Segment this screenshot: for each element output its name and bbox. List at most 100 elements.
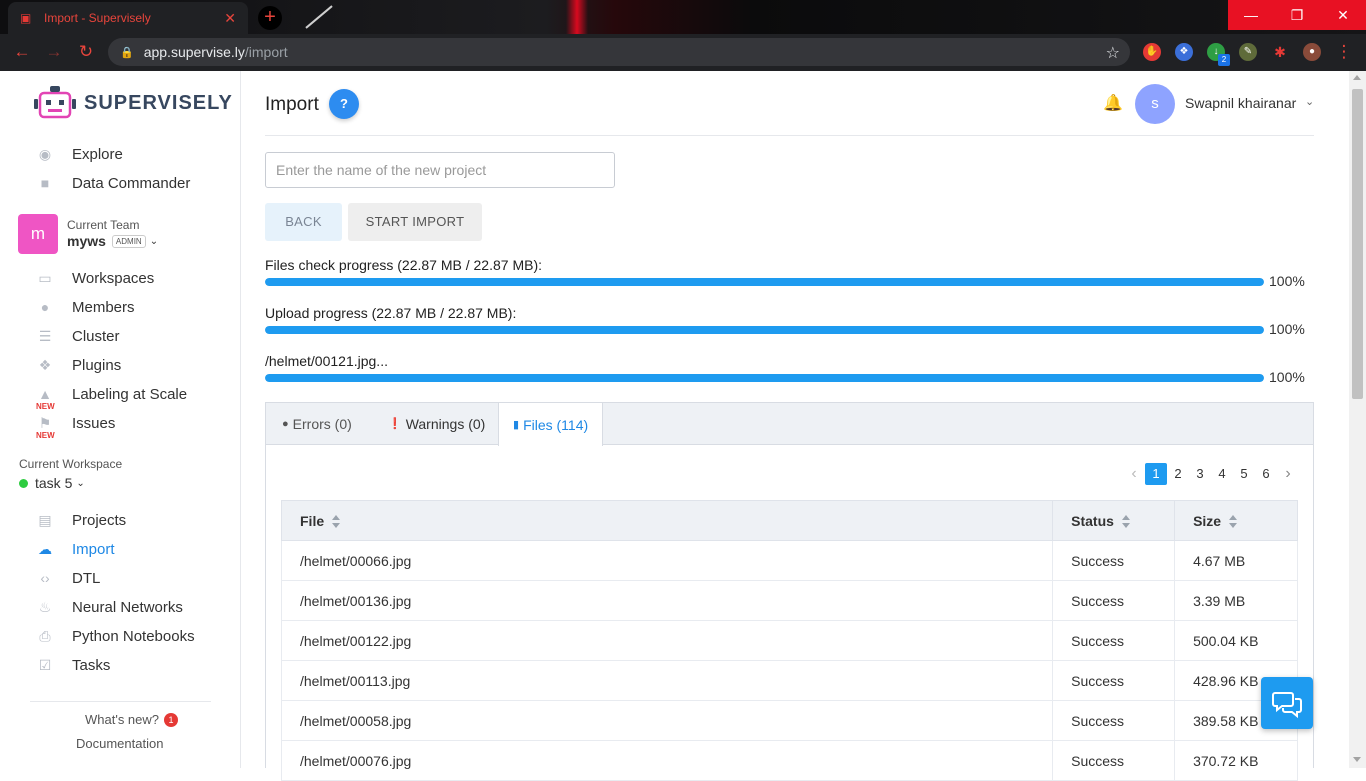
team-name: myws — [67, 233, 106, 249]
status-cell: Success — [1052, 700, 1176, 741]
sidebar-item-plugins[interactable]: ❖ Plugins — [36, 354, 121, 376]
sidebar-item-explore[interactable]: ◉ Explore — [36, 143, 123, 165]
sidebar-item-label: Projects — [72, 511, 127, 529]
project-name-input[interactable] — [265, 152, 615, 188]
progress-fill — [265, 326, 1264, 334]
sidebar-item-import[interactable]: ☁ Import — [36, 538, 115, 560]
minimize-button[interactable]: — — [1228, 0, 1274, 30]
page-title: Import — [265, 94, 319, 115]
whats-new-link[interactable]: What's new? 1 — [85, 712, 179, 727]
page-scrollbar[interactable] — [1349, 71, 1366, 768]
progress-fill — [265, 278, 1264, 286]
puzzle-extension-icon[interactable]: ❖ — [1175, 43, 1193, 61]
current-file-progress-label: /helmet/00121.jpg... — [265, 353, 388, 369]
tab-close-icon[interactable]: ✕ — [224, 10, 236, 27]
user-name[interactable]: Swapnil khairanar — [1185, 95, 1296, 111]
page-6[interactable]: 6 — [1255, 463, 1277, 485]
prev-page-icon[interactable]: ‹ — [1123, 465, 1145, 483]
forward-arrow-icon[interactable]: → — [44, 42, 64, 62]
extension-badge: 2 — [1218, 54, 1230, 66]
sidebar-item-data-commander[interactable]: ■ Data Commander — [36, 172, 191, 194]
sidebar-item-projects[interactable]: ▤ Projects — [36, 509, 126, 531]
restore-button[interactable]: ❐ — [1274, 0, 1320, 30]
close-window-button[interactable]: ✕ — [1320, 0, 1366, 30]
address-bar[interactable]: 🔒 app.supervise.ly/import ☆ — [108, 38, 1130, 66]
column-header-size[interactable]: Size — [1174, 500, 1298, 541]
profile-avatar-icon[interactable]: ● — [1303, 43, 1321, 61]
next-page-icon[interactable]: › — [1277, 465, 1299, 483]
cloud-upload-icon: ☁ — [38, 541, 52, 557]
pagination: ‹ 1 2 3 4 5 6 › — [1123, 463, 1299, 485]
sidebar-item-neural-networks[interactable]: ♨ Neural Networks — [36, 596, 183, 618]
sidebar-item-issues[interactable]: ⚑ NEW Issues — [36, 412, 116, 441]
bookmark-star-icon[interactable]: ☆ — [1106, 43, 1120, 63]
chat-support-button[interactable] — [1261, 677, 1313, 729]
scrollbar-thumb[interactable] — [1352, 89, 1363, 399]
tab-label: Errors (0) — [292, 416, 352, 432]
sort-icon[interactable] — [332, 515, 341, 529]
files-check-progress-label: Files check progress (22.87 MB / 22.87 M… — [265, 257, 542, 273]
sidebar-item-members[interactable]: ● Members — [36, 296, 135, 318]
hand-extension-icon[interactable]: ✋ — [1143, 43, 1161, 61]
url-path: /import — [244, 44, 288, 60]
sidebar-item-label: Issues — [72, 414, 116, 432]
user-avatar[interactable]: s — [1135, 84, 1175, 124]
column-header-label: Status — [1071, 512, 1114, 529]
scroll-up-icon[interactable] — [1353, 75, 1361, 80]
tab-label: Warnings (0) — [405, 416, 486, 432]
size-cell: 4.67 MB — [1174, 540, 1298, 581]
sidebar-item-python-notebooks[interactable]: ⎙ Python Notebooks — [36, 625, 194, 647]
header-divider — [265, 135, 1314, 136]
error-circle-icon: ● — [282, 418, 289, 430]
menu-dots-icon[interactable]: ⋮ — [1334, 42, 1354, 62]
page-2[interactable]: 2 — [1167, 463, 1189, 485]
file-cell: /helmet/00058.jpg — [280, 700, 1054, 741]
back-button[interactable]: BACK — [265, 203, 342, 241]
help-button[interactable]: ? — [329, 89, 359, 119]
extensions-puzzle-icon[interactable]: ✱ — [1271, 43, 1289, 61]
team-caption: Current Team — [67, 218, 140, 232]
sidebar-item-dtl[interactable]: ‹› DTL — [36, 567, 100, 589]
role-badge: ADMIN — [111, 234, 146, 248]
tab-files[interactable]: ▮ Files (114) — [498, 403, 604, 446]
globe-icon: ◉ — [38, 146, 52, 162]
bell-icon[interactable]: 🔔 — [1103, 93, 1123, 113]
tab-errors[interactable]: ● Errors (0) — [282, 403, 352, 445]
members-icon: ● — [40, 299, 50, 315]
status-cell: Success — [1052, 580, 1176, 621]
workspace-switcher[interactable]: task 5 ⌄ — [19, 475, 85, 491]
sort-icon[interactable] — [1121, 515, 1131, 529]
browser-tab[interactable]: ▣ Import - Supervisely ✕ — [8, 2, 248, 34]
sidebar-item-cluster[interactable]: ☰ Cluster — [36, 325, 120, 347]
page-3[interactable]: 3 — [1189, 463, 1211, 485]
table-row: /helmet/00066.jpg Success 4.67 MB — [280, 540, 1298, 581]
documentation-link[interactable]: Documentation — [76, 736, 163, 751]
sidebar: SUPERVISELY ◉ Explore ■ Data Commander m… — [0, 71, 241, 768]
notification-count-badge: 1 — [164, 712, 179, 727]
column-header-file[interactable]: File — [280, 500, 1054, 541]
page-4[interactable]: 4 — [1211, 463, 1233, 485]
scroll-down-icon[interactable] — [1353, 757, 1361, 762]
back-arrow-icon[interactable]: ← — [12, 42, 32, 62]
chevron-down-icon[interactable]: ⌄ — [1305, 95, 1314, 108]
tab-warnings[interactable]: ❗ Warnings (0) — [388, 403, 485, 445]
new-tab-button[interactable]: + — [258, 6, 282, 30]
page-1[interactable]: 1 — [1145, 463, 1167, 485]
column-header-status[interactable]: Status — [1052, 500, 1176, 541]
start-import-button[interactable]: START IMPORT — [348, 203, 482, 241]
checkbox-icon: ☑ — [38, 657, 52, 673]
files-table: File Status Size /helmet/00066.jpg Succe… — [280, 500, 1298, 781]
sidebar-item-workspaces[interactable]: ▭ Workspaces — [36, 267, 154, 289]
file-icon: ▮ — [513, 418, 520, 431]
reload-icon[interactable]: ↻ — [76, 42, 96, 62]
sidebar-item-labeling-at-scale[interactable]: ▲ NEW Labeling at Scale — [36, 383, 187, 412]
wallpaper-decoration — [305, 5, 333, 29]
tool-extension-icon[interactable]: ✎ — [1239, 43, 1257, 61]
sidebar-item-label: Members — [72, 298, 135, 316]
page-5[interactable]: 5 — [1233, 463, 1255, 485]
logo[interactable]: SUPERVISELY — [34, 85, 233, 121]
sort-icon[interactable] — [1229, 515, 1238, 529]
sidebar-item-tasks[interactable]: ☑ Tasks — [36, 654, 111, 676]
current-file-progress-percent: 100% — [1269, 369, 1305, 385]
team-switcher[interactable]: m Current Team myws ADMIN ⌄ — [18, 214, 158, 254]
